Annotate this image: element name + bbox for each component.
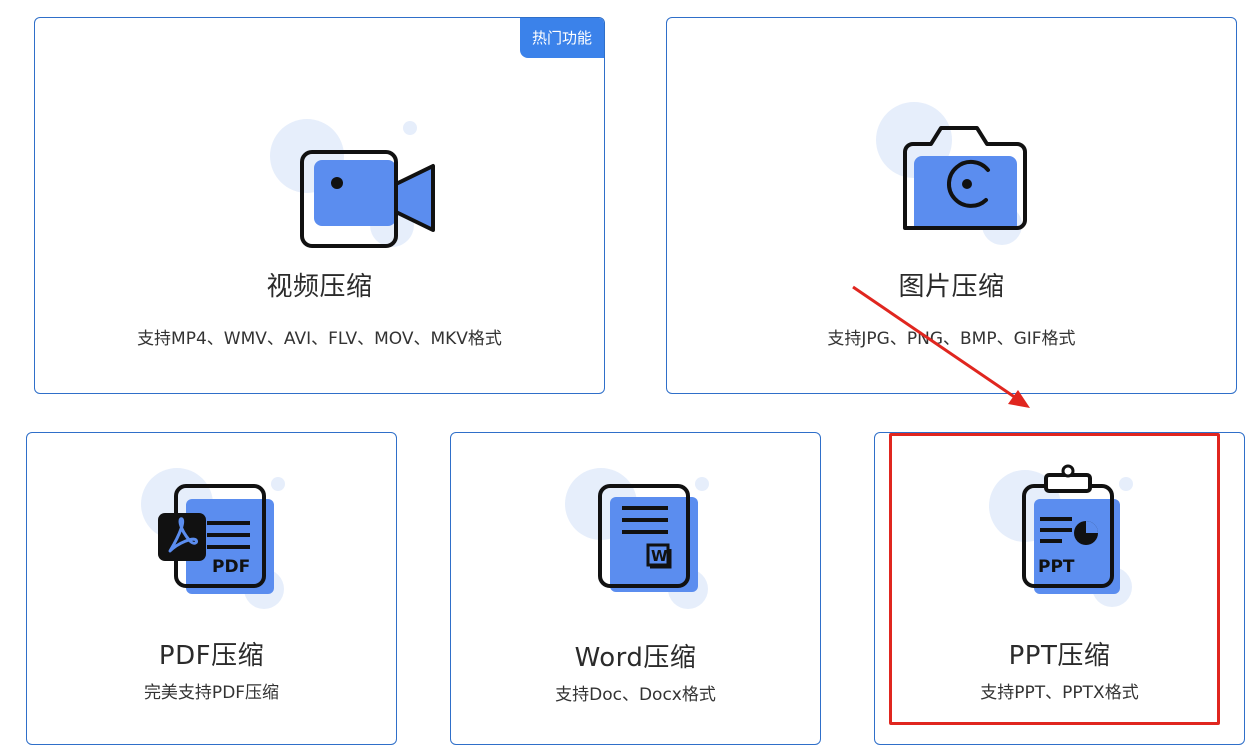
svg-text:PDF: PDF bbox=[212, 557, 250, 577]
pdf-document-icon: PDF bbox=[141, 468, 285, 609]
word-compress-desc: 支持Doc、Docx格式 bbox=[555, 685, 716, 705]
word-compress-card[interactable]: W Word压缩 支持Doc、Docx格式 bbox=[450, 432, 821, 745]
word-compress-title: Word压缩 bbox=[574, 643, 697, 673]
video-camera-icon bbox=[270, 119, 435, 248]
image-compress-desc: 支持JPG、PNG、BMP、GIF格式 bbox=[827, 329, 1076, 349]
ppt-compress-desc: 支持PPT、PPTX格式 bbox=[980, 683, 1139, 703]
camera-icon bbox=[876, 102, 1027, 245]
svg-text:W: W bbox=[651, 547, 668, 565]
video-compress-desc: 支持MP4、WMV、AVI、FLV、MOV、MKV格式 bbox=[137, 329, 502, 349]
ppt-compress-title: PPT压缩 bbox=[1008, 641, 1111, 671]
pdf-compress-card[interactable]: PDF PDF压缩 完美支持PDF压缩 bbox=[26, 432, 397, 745]
word-document-icon: W bbox=[565, 468, 709, 609]
video-compress-title: 视频压缩 bbox=[266, 272, 373, 302]
pdf-compress-title: PDF压缩 bbox=[158, 641, 265, 671]
pdf-compress-desc: 完美支持PDF压缩 bbox=[143, 683, 280, 703]
hot-feature-badge: 热门功能 bbox=[519, 18, 604, 58]
video-compress-card[interactable]: 热门功能 视频压缩 支持MP4、WMV、AVI、FLV、MOV、MKV格式 bbox=[34, 17, 605, 394]
ppt-compress-card[interactable]: PPT PPT压缩 支持PPT、PPTX格式 bbox=[874, 432, 1245, 745]
image-compress-card[interactable]: 图片压缩 支持JPG、PNG、BMP、GIF格式 bbox=[666, 17, 1237, 394]
svg-text:PPT: PPT bbox=[1038, 557, 1075, 577]
ppt-clipboard-icon: PPT bbox=[989, 464, 1133, 607]
image-compress-title: 图片压缩 bbox=[898, 272, 1005, 302]
